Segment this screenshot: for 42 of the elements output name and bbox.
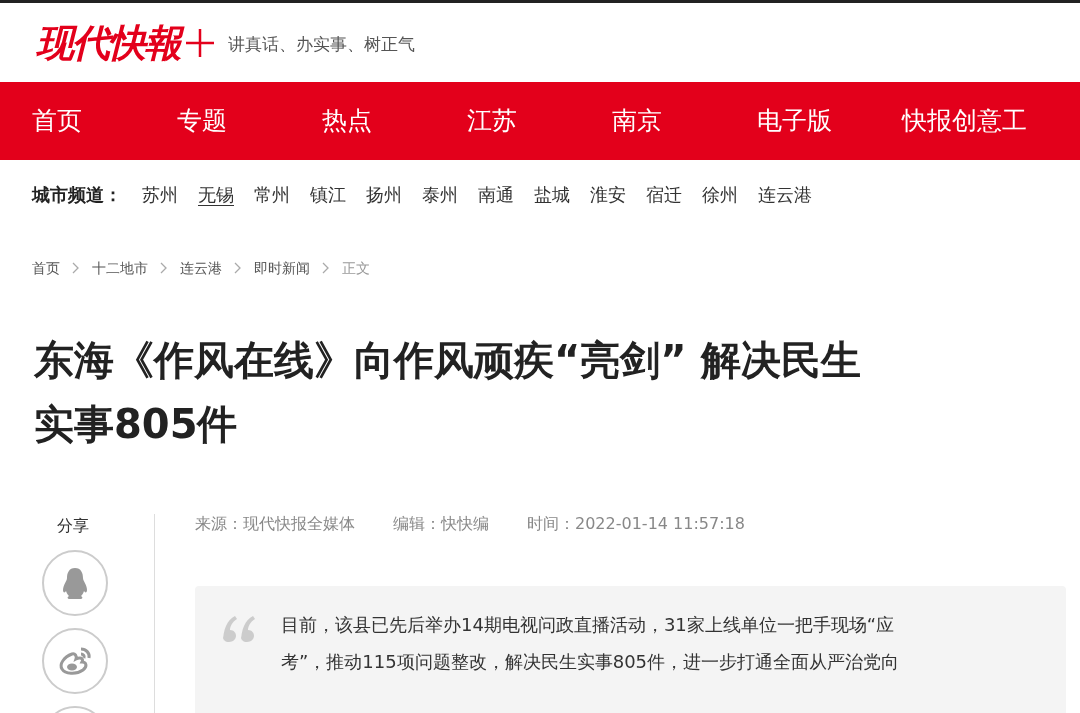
chevron-icon <box>160 262 168 274</box>
nav-link[interactable]: 热点 <box>322 102 422 140</box>
city-link[interactable]: 南通 <box>478 180 514 208</box>
city-link[interactable]: 镇江 <box>310 180 346 208</box>
article-title: 东海《作风在线》向作风顽疾“亮剑” 解决民生 <box>34 336 862 385</box>
nav-link[interactable]: 南京 <box>612 102 712 140</box>
penguin-icon <box>62 567 88 599</box>
city-link[interactable]: 泰州 <box>422 180 458 208</box>
nav-link[interactable]: 江苏 <box>467 102 567 140</box>
city-link[interactable]: 连云港 <box>758 180 812 208</box>
nav-link[interactable]: 快报创意工 <box>902 102 1027 140</box>
chevron-icon <box>322 262 330 274</box>
breadcrumb-link[interactable]: 首页 <box>32 257 60 279</box>
article-title: 实事805件 <box>34 400 239 449</box>
chevron-icon <box>72 262 80 274</box>
quote-icon <box>221 614 257 644</box>
breadcrumb-link[interactable]: 十二地市 <box>92 257 148 279</box>
summary-text: 目前，该县已先后举办14期电视问政直播活动，31家上线单位一把手现场“应 <box>281 613 896 637</box>
article-meta: 编辑：快快编 <box>393 513 489 535</box>
city-link[interactable]: 徐州 <box>702 180 738 208</box>
city-link[interactable]: 宿迁 <box>646 180 682 208</box>
city-link[interactable]: 扬州 <box>366 180 402 208</box>
article-meta: 时间：2022-01-14 11:57:18 <box>527 513 745 535</box>
city-link[interactable]: 无锡 <box>198 180 234 208</box>
city-link[interactable]: 盐城 <box>534 180 570 208</box>
nav-link[interactable]: 专题 <box>177 102 277 140</box>
city-link[interactable]: 苏州 <box>142 180 178 208</box>
current-page-label: 正文 <box>342 258 370 278</box>
city-link[interactable]: 淮安 <box>590 180 626 208</box>
share-label: 分享 <box>57 515 89 537</box>
breadcrumb-link[interactable]: 连云港 <box>180 257 222 279</box>
nav-link[interactable]: 电子版 <box>757 102 857 140</box>
summary-text: 考”，推动115项问题整改，解决民生实事805件，进一步打通全面从严治党向 <box>281 650 900 674</box>
plus-icon <box>186 28 214 57</box>
breadcrumb-link[interactable]: 即时新闻 <box>254 257 310 279</box>
city-channel-label: 城市频道： <box>32 182 122 207</box>
chevron-icon <box>234 262 242 274</box>
city-link[interactable]: 常州 <box>254 180 290 208</box>
nav-link[interactable]: 首页 <box>32 102 132 140</box>
weibo-icon <box>57 646 93 676</box>
slogan: 讲真话、办实事、树正气 <box>228 32 415 56</box>
article-meta: 来源：现代快报全媒体 <box>195 513 355 535</box>
